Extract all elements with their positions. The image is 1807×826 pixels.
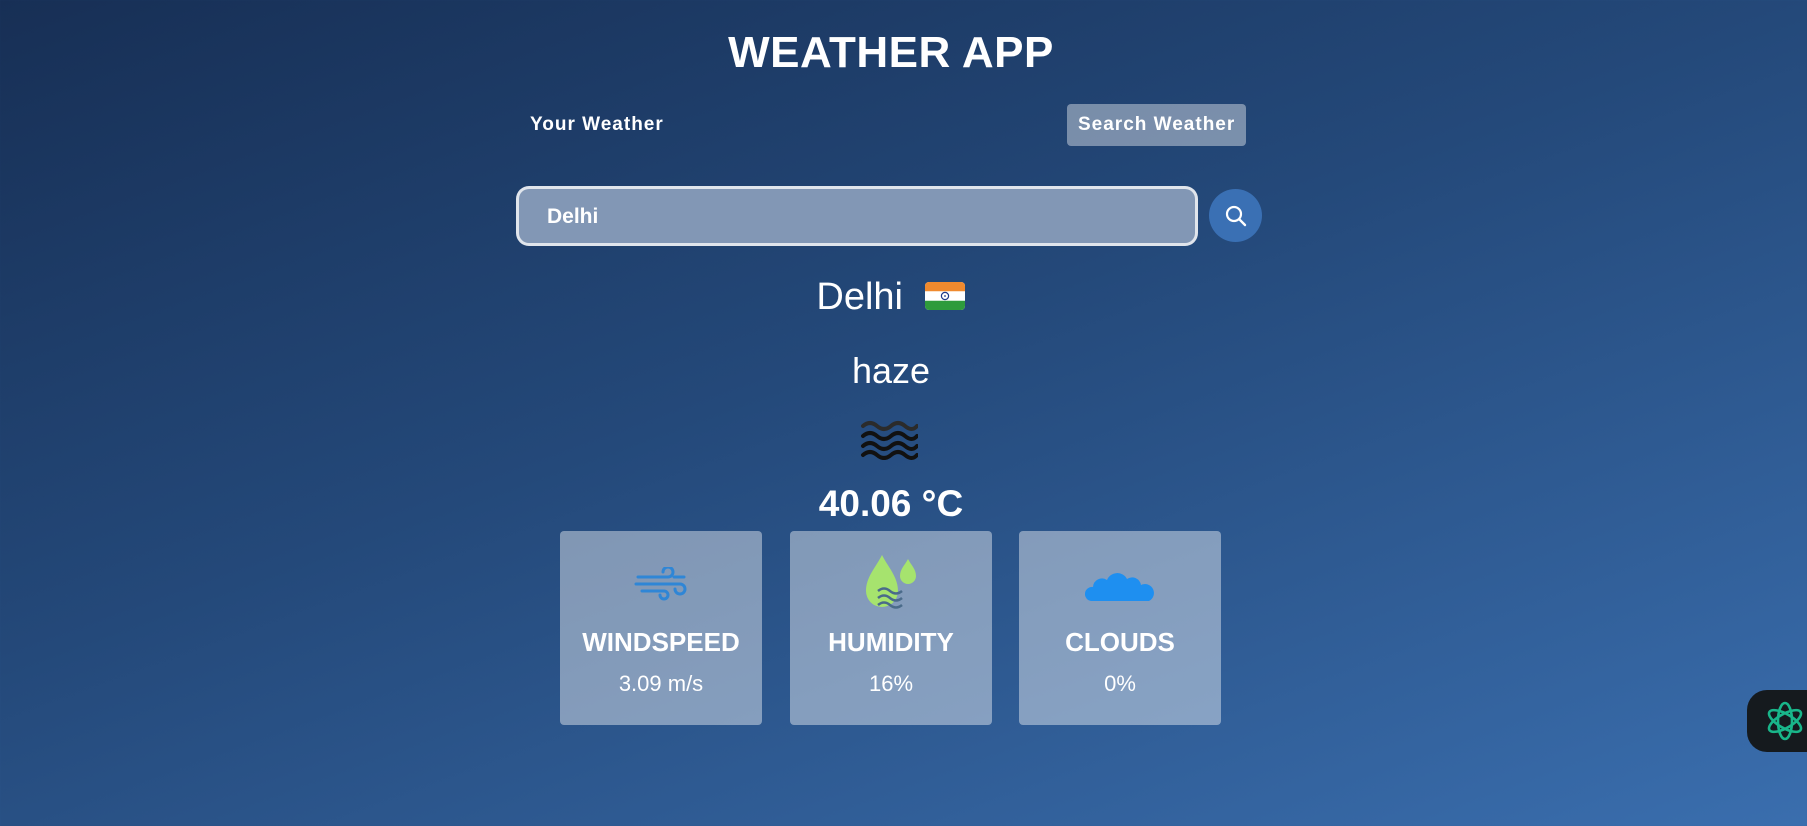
tab-search-weather[interactable]: Search Weather [1067, 104, 1247, 146]
tab-your-weather[interactable]: Your Weather [522, 104, 672, 146]
temperature: 40.06 °C [818, 483, 964, 524]
clouds-card: CLOUDS 0% [1019, 531, 1221, 725]
wind-icon [634, 567, 687, 601]
cloud-icon [1085, 573, 1154, 601]
windspeed-label: WINDSPEED [582, 627, 740, 657]
search-field[interactable] [516, 186, 1198, 246]
app-title: WEATHER APP [728, 28, 1054, 77]
windspeed-card: WINDSPEED 3.09 m/s [560, 531, 762, 725]
humidity-value: 16% [868, 671, 914, 696]
city-name: Delhi [816, 276, 904, 318]
assistant-button[interactable] [1747, 690, 1807, 752]
humidity-label: HUMIDITY [828, 627, 954, 657]
clouds-value: 0% [1104, 671, 1136, 696]
city-row: Delhi [0, 272, 1782, 322]
humidity-card: HUMIDITY 16% [790, 531, 992, 725]
search-button[interactable] [1209, 189, 1262, 242]
humidity-drops-icon [866, 555, 916, 609]
search-icon [1225, 205, 1246, 226]
assistant-flower-icon [1767, 701, 1803, 741]
search-input[interactable] [547, 203, 1147, 231]
clouds-label: CLOUDS [1065, 627, 1175, 657]
haze-icon [861, 421, 918, 460]
windspeed-value: 3.09 m/s [618, 671, 704, 696]
india-flag-icon [924, 281, 965, 310]
weather-condition: haze [851, 350, 931, 391]
